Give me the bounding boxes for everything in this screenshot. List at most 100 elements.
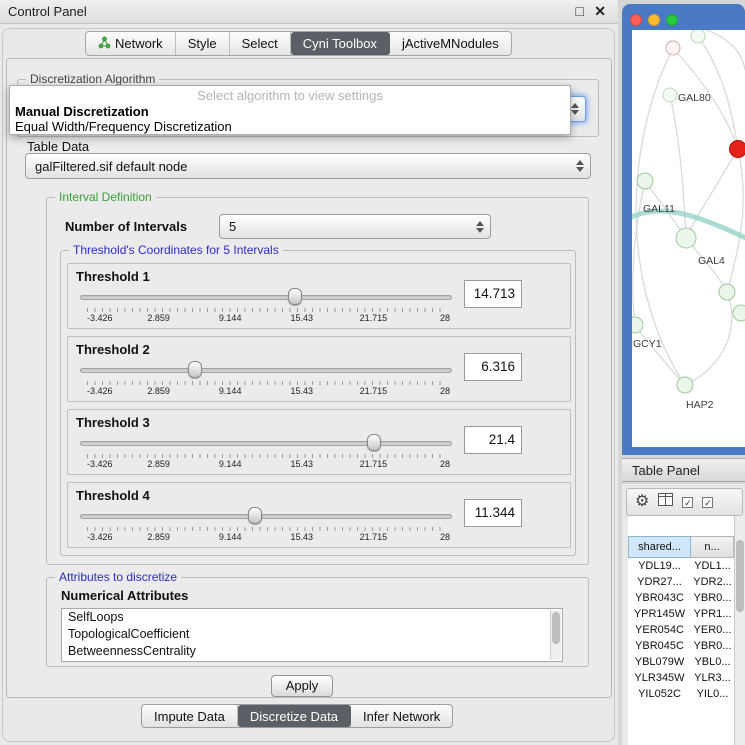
slider-track[interactable] xyxy=(80,441,452,446)
tab-cyni-toolbox[interactable]: Cyni Toolbox xyxy=(291,32,390,55)
scrollbar-thumb[interactable] xyxy=(552,612,560,644)
table-row[interactable]: YDL19... YDL1... xyxy=(628,558,734,574)
table-row[interactable]: YBR045C YBR0... xyxy=(628,638,734,654)
checkbox-icon[interactable]: ✓ xyxy=(682,497,693,508)
network-canvas[interactable]: GAL80 GAL11 GAL4 GCY1 HAP2 xyxy=(632,30,745,447)
traffic-light-close-icon[interactable] xyxy=(630,14,642,26)
network-node[interactable] xyxy=(691,30,705,43)
network-node[interactable] xyxy=(666,41,680,55)
network-node[interactable] xyxy=(663,88,677,102)
table-cell[interactable]: YIL0... xyxy=(691,686,734,702)
close-icon[interactable]: ✕ xyxy=(594,3,606,20)
table-cell[interactable]: YBR043C xyxy=(628,590,691,606)
tick-label: 28 xyxy=(440,386,450,396)
table-cell[interactable]: YER054C xyxy=(628,622,691,638)
threshold-slider[interactable] xyxy=(80,361,452,379)
tab-jactivemnodules[interactable]: jActiveMNodules xyxy=(390,32,511,55)
table-cell[interactable]: YBL0... xyxy=(691,654,734,670)
list-item[interactable]: SelfLoops xyxy=(62,609,562,626)
slider-thumb[interactable] xyxy=(367,434,381,451)
threshold-value-field[interactable]: 14.713 xyxy=(464,280,522,308)
slider-thumb[interactable] xyxy=(188,361,202,378)
tab-impute-data[interactable]: Impute Data xyxy=(142,705,238,727)
table-cell[interactable]: YBL079W xyxy=(628,654,691,670)
slider-thumb[interactable] xyxy=(288,288,302,305)
tab-select[interactable]: Select xyxy=(230,32,291,55)
table-cell[interactable]: YDR2... xyxy=(691,574,734,590)
table-data-combobox[interactable]: galFiltered.sif default node xyxy=(25,153,591,179)
threshold-value-field[interactable]: 6.316 xyxy=(464,353,522,381)
popup-item-equal-width-frequency[interactable]: Equal Width/Frequency Discretization xyxy=(10,119,570,134)
table-scrollbar[interactable] xyxy=(734,516,745,745)
tab-infer-network[interactable]: Infer Network xyxy=(351,705,452,727)
slider-ticks xyxy=(87,454,445,458)
table-cell[interactable]: YDR27... xyxy=(628,574,691,590)
tab-network[interactable]: Network xyxy=(86,32,176,55)
table-panel-toolbar: ⚙ ✓ ✓ xyxy=(626,488,743,516)
tick-label: 2.859 xyxy=(147,532,170,542)
column-header-name[interactable]: n... xyxy=(691,536,734,558)
network-node[interactable] xyxy=(632,317,643,333)
slider-thumb[interactable] xyxy=(248,507,262,524)
scrollbar-thumb[interactable] xyxy=(736,540,744,612)
slider-track[interactable] xyxy=(80,368,452,373)
table-cell[interactable]: YDL1... xyxy=(691,558,734,574)
numerical-attributes-list[interactable]: SelfLoops TopologicalCoefficient Between… xyxy=(61,608,563,662)
bottom-tab-bar: Impute Data Discretize Data Infer Networ… xyxy=(141,704,453,728)
network-node[interactable] xyxy=(719,284,735,300)
table-columns-icon[interactable] xyxy=(658,493,673,511)
threshold-slider[interactable] xyxy=(80,288,452,306)
threshold-coordinates-group: Threshold's Coordinates for 5 Intervals … xyxy=(60,250,576,556)
table-row[interactable]: YIL052C YIL0... xyxy=(628,686,734,702)
table-cell[interactable]: YBR0... xyxy=(691,590,734,606)
table-cell[interactable]: YPR145W xyxy=(628,606,691,622)
list-scrollbar[interactable] xyxy=(550,610,561,660)
traffic-light-minimize-icon[interactable] xyxy=(648,14,660,26)
table-cell[interactable]: YLR345W xyxy=(628,670,691,686)
threshold-value-field[interactable]: 11.344 xyxy=(464,499,522,527)
combobox-value: galFiltered.sif default node xyxy=(26,159,572,174)
gear-icon[interactable]: ⚙ xyxy=(635,494,649,510)
table-row[interactable]: YDR27... YDR2... xyxy=(628,574,734,590)
network-node[interactable] xyxy=(676,228,696,248)
threshold-slider[interactable] xyxy=(80,507,452,525)
popup-item-manual-discretization[interactable]: Manual Discretization xyxy=(10,104,570,119)
combobox-value: 5 xyxy=(220,219,472,234)
table-cell[interactable]: YLR3... xyxy=(691,670,734,686)
table-row[interactable]: YPR145W YPR1... xyxy=(628,606,734,622)
float-window-icon[interactable]: □ xyxy=(576,3,584,19)
network-node[interactable] xyxy=(733,305,745,321)
table-cell[interactable]: YER0... xyxy=(691,622,734,638)
tab-style[interactable]: Style xyxy=(176,32,230,55)
column-header-shared-name[interactable]: shared... xyxy=(628,536,691,558)
table-cell[interactable]: YBR0... xyxy=(691,638,734,654)
group-title: Threshold's Coordinates for 5 Intervals xyxy=(69,243,283,257)
table-cell[interactable]: YPR1... xyxy=(691,606,734,622)
network-node-selected[interactable] xyxy=(730,141,745,158)
list-item[interactable]: BetweennessCentrality xyxy=(62,643,562,660)
slider-track[interactable] xyxy=(80,514,452,519)
network-node[interactable] xyxy=(677,377,693,393)
tick-label: -3.426 xyxy=(87,313,113,323)
table-cell[interactable]: YIL052C xyxy=(628,686,691,702)
number-of-intervals-combobox[interactable]: 5 xyxy=(219,214,491,239)
table-panel-titlebar[interactable]: Table Panel xyxy=(622,458,745,482)
tick-label: 2.859 xyxy=(147,313,170,323)
table-row[interactable]: YBL079W YBL0... xyxy=(628,654,734,670)
table-row[interactable]: YBR043C YBR0... xyxy=(628,590,734,606)
checkbox-icon[interactable]: ✓ xyxy=(702,497,713,508)
tab-discretize-data[interactable]: Discretize Data xyxy=(238,705,351,727)
traffic-light-zoom-icon[interactable] xyxy=(666,14,678,26)
slider-track[interactable] xyxy=(80,295,452,300)
table-row[interactable]: YLR345W YLR3... xyxy=(628,670,734,686)
network-node[interactable] xyxy=(637,173,653,189)
slider-ticks xyxy=(87,381,445,385)
table-cell[interactable]: YDL19... xyxy=(628,558,691,574)
list-item[interactable]: TopologicalCoefficient xyxy=(62,626,562,643)
apply-button[interactable]: Apply xyxy=(271,675,333,697)
table-row[interactable]: YER054C YER0... xyxy=(628,622,734,638)
table-cell[interactable]: YBR045C xyxy=(628,638,691,654)
slider-tick-labels: -3.426 2.859 9.144 15.43 21.715 28 xyxy=(87,386,445,397)
threshold-value-field[interactable]: 21.4 xyxy=(464,426,522,454)
threshold-slider[interactable] xyxy=(80,434,452,452)
